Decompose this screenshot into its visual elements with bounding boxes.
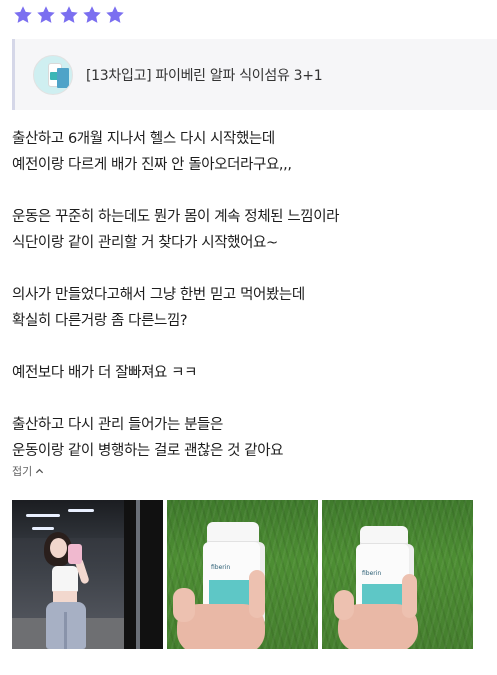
- review-paragraph: 출산하고 6개월 지나서 헬스 다시 시작했는데 예전이랑 다르게 배가 진짜 …: [12, 126, 482, 178]
- chevron-up-icon: [36, 468, 44, 473]
- star-icon: [60, 6, 78, 23]
- review-line: 출산하고 6개월 지나서 헬스 다시 시작했는데: [12, 131, 275, 147]
- review-line: 확실히 다른거랑 좀 다른느낌?: [12, 313, 188, 329]
- review-line: 운동은 꾸준히 하는데도 뭔가 몸이 계속 정체된 느낌이라: [12, 209, 340, 225]
- fold-toggle-button[interactable]: 접기: [12, 463, 44, 479]
- product-thumbnail: [33, 54, 73, 95]
- star-icon: [37, 6, 55, 23]
- review-line: 출산하고 다시 관리 들어가는 분들은: [12, 417, 223, 433]
- review-paragraph: 예전보다 배가 더 잘빠져요 ㅋㅋ: [12, 360, 482, 386]
- star-icon: [106, 6, 124, 23]
- product-link-card[interactable]: [13차입고] 파이베린 알파 식이섬유 3+1: [12, 39, 497, 110]
- fold-label: 접기: [12, 465, 33, 478]
- review-paragraph: 출산하고 다시 관리 들어가는 분들은 운동이랑 같이 병행하는 걸로 괜찮은 …: [12, 412, 482, 464]
- review-photos: fiberin fiberin: [12, 500, 473, 649]
- product-title: [13차입고] 파이베린 알파 식이섬유 3+1: [86, 67, 323, 84]
- review-line: 예전보다 배가 더 잘빠져요 ㅋㅋ: [12, 365, 198, 381]
- star-icon: [83, 6, 101, 23]
- review-line: 운동이랑 같이 병행하는 걸로 괜찮은 것 같아요: [12, 443, 284, 459]
- supplement-bottle-photo-2[interactable]: fiberin: [322, 500, 473, 649]
- review-line: 의사가 만들었다고해서 그냥 한번 믿고 먹어봤는데: [12, 287, 305, 303]
- review-line: 식단이랑 같이 관리할 거 찾다가 시작했어요~: [12, 235, 278, 251]
- review-paragraph: 운동은 꾸준히 하는데도 뭔가 몸이 계속 정체된 느낌이라 식단이랑 같이 관…: [12, 204, 482, 256]
- star-icon: [14, 6, 32, 23]
- review-paragraph: 의사가 만들었다고해서 그냥 한번 믿고 먹어봤는데 확실히 다른거랑 좀 다른…: [12, 282, 482, 334]
- gym-selfie-photo[interactable]: [12, 500, 163, 649]
- star-rating: [12, 4, 126, 26]
- review-body: 출산하고 6개월 지나서 헬스 다시 시작했는데 예전이랑 다르게 배가 진짜 …: [12, 126, 482, 464]
- review-line: 예전이랑 다르게 배가 진짜 안 돌아오더라구요,,,: [12, 157, 292, 173]
- supplement-bottle-photo-1[interactable]: fiberin: [167, 500, 318, 649]
